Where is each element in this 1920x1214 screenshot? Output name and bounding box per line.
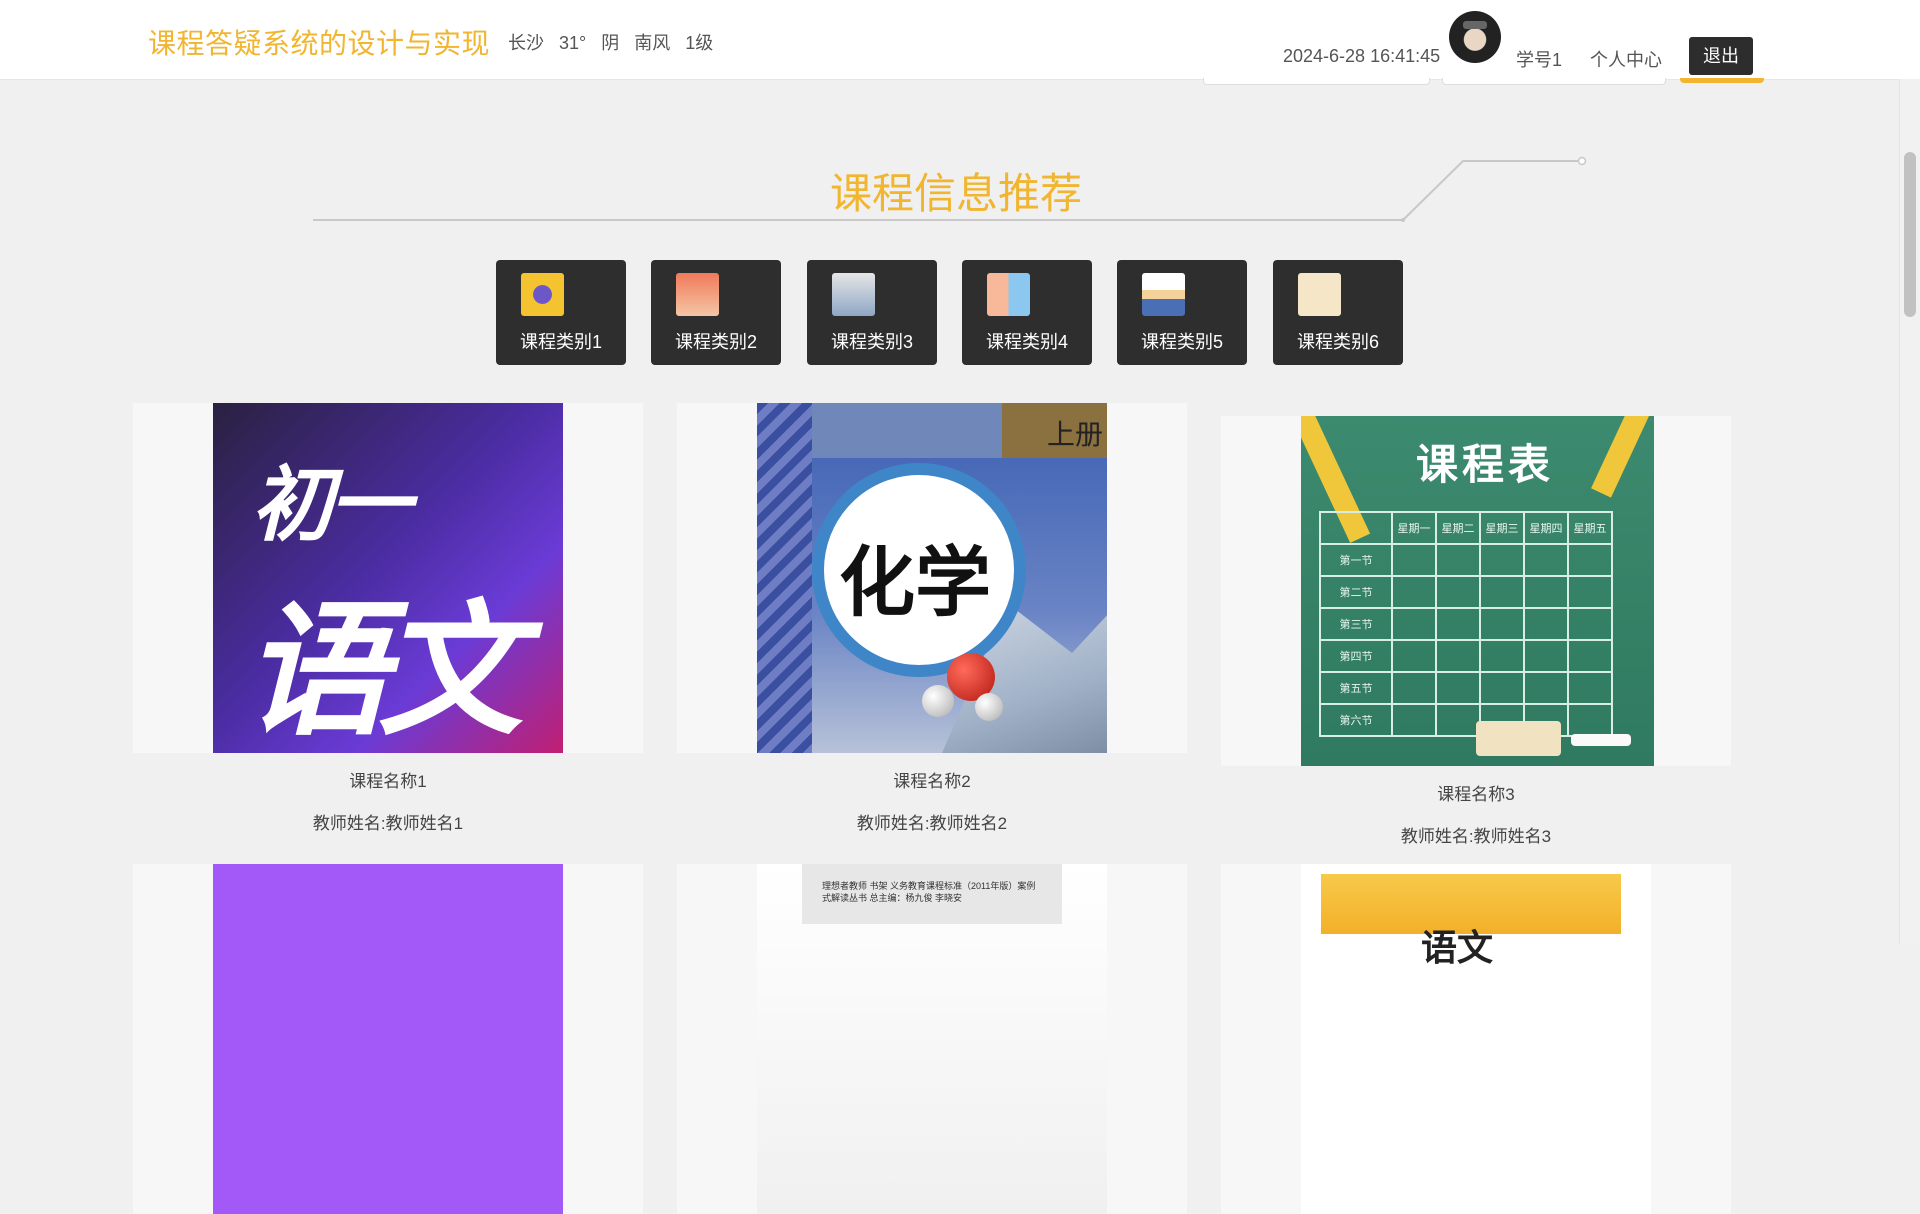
category-icon [676,273,719,316]
schedule-period: 第一节 [1319,543,1393,577]
category-icon [1142,273,1185,316]
course-cover: 课程表 星期一 星期二 星期三 星期四 星期五 第一节 第二节 第三节 第四节 … [1301,416,1654,766]
weather-city: 长沙 [508,33,544,53]
category-label: 课程类别1 [519,332,602,352]
course-card-4[interactable] [133,864,643,1214]
course-cover [213,864,563,1214]
eraser-decoration [1476,721,1561,756]
weather-condition: 阴 [601,33,620,53]
course-cover: 语文 [1301,864,1651,1214]
logout-button[interactable]: 退出 [1689,37,1753,75]
chalk-decoration [1571,734,1631,746]
course-card-1[interactable]: 初一 语文 课程名称1 教师姓名:教师姓名1 [133,403,643,834]
course-teacher: 教师姓名:教师姓名2 [856,814,1008,833]
category-label: 课程类别6 [1296,332,1379,352]
schedule-period: 第六节 [1319,703,1393,737]
course-card-3[interactable]: 课程表 星期一 星期二 星期三 星期四 星期五 第一节 第二节 第三节 第四节 … [1221,416,1731,847]
course-cover: 初一 语文 [213,403,563,753]
category-label: 课程类别2 [674,332,757,352]
page-scrollbar[interactable] [1899,79,1920,944]
category-label: 课程类别5 [1140,332,1223,352]
schedule-day: 星期五 [1567,511,1613,545]
cover-text: 语文 [243,590,523,752]
schedule-period: 第四节 [1319,639,1393,673]
course-image[interactable]: 课程表 星期一 星期二 星期三 星期四 星期五 第一节 第二节 第三节 第四节 … [1221,416,1731,766]
course-name[interactable]: 课程名称1 [133,767,643,792]
category-1[interactable]: 课程类别1 [496,260,626,365]
course-cover: 化学 上册 [757,403,1107,753]
category-5[interactable]: 课程类别5 [1117,260,1247,365]
category-label: 课程类别3 [830,332,913,352]
course-image[interactable]: 初一 语文 [133,403,643,753]
cover-text: 化学 [839,541,991,626]
cover-text: 理想者教师 书架 义务教育课程标准（2011年版）案例式解读丛书 总主编：杨九俊… [822,881,1036,903]
hidden-nav-item [1442,78,1666,85]
top-header: 课程答疑系统的设计与实现 长沙 31° 阴 南风 1级 2024-6-28 16… [0,0,1920,80]
site-title[interactable]: 课程答疑系统的设计与实现 [148,22,490,62]
hidden-nav-item [1203,78,1430,85]
course-teacher: 教师姓名:教师姓名1 [312,814,464,833]
cover-corner-text: 上册 [1046,419,1103,450]
schedule-period: 第三节 [1319,607,1393,641]
cover-stripes [757,403,812,753]
category-icon [1298,273,1341,316]
schedule-table: 星期一 星期二 星期三 星期四 星期五 第一节 第二节 第三节 第四节 第五节 … [1319,511,1613,737]
ruler-decoration [1591,416,1649,498]
course-teacher: 教师姓名:教师姓名3 [1400,827,1552,846]
course-name[interactable]: 课程名称2 [677,767,1187,792]
schedule-day: 星期一 [1391,511,1437,545]
category-2[interactable]: 课程类别2 [651,260,781,365]
molecule-atom [975,693,1003,721]
course-card-2[interactable]: 化学 上册 课程名称2 教师姓名:教师姓名2 [677,403,1187,834]
course-cover: 理想者教师 书架 义务教育课程标准（2011年版）案例式解读丛书 总主编：杨九俊… [757,864,1107,1214]
schedule-period: 第五节 [1319,671,1393,705]
schedule-day: 星期二 [1435,511,1481,545]
section-title: 课程信息推荐 [830,170,1083,217]
hidden-nav-active [1680,78,1764,83]
course-image[interactable]: 语文 [1221,864,1731,1214]
course-image[interactable] [133,864,643,1214]
schedule-day: 星期三 [1479,511,1525,545]
molecule-atom [922,685,954,717]
category-4[interactable]: 课程类别4 [962,260,1092,365]
category-icon [987,273,1030,316]
category-3[interactable]: 课程类别3 [807,260,937,365]
username-link[interactable]: 学号1 [1516,46,1562,72]
weather-level: 1级 [685,33,714,53]
course-card-6[interactable]: 语文 [1221,864,1731,1214]
course-card-5[interactable]: 理想者教师 书架 义务教育课程标准（2011年版）案例式解读丛书 总主编：杨九俊… [677,864,1187,1214]
category-icon [521,273,564,316]
cover-text: 初一 [251,460,411,551]
category-6[interactable]: 课程类别6 [1273,260,1403,365]
avatar[interactable] [1449,11,1501,63]
profile-link[interactable]: 个人中心 [1590,46,1662,72]
current-datetime: 2024-6-28 16:41:45 [1283,46,1441,66]
cover-text: 课程表 [1416,441,1555,488]
weather-wind: 南风 [634,33,671,53]
weather-widget: 长沙 31° 阴 南风 1级 [508,29,723,55]
cover-text: 语文 [1421,927,1494,968]
schedule-day: 星期四 [1523,511,1569,545]
weather-temp: 31° [559,33,587,53]
category-icon [832,273,875,316]
scrollbar-thumb[interactable] [1904,152,1916,317]
course-image[interactable]: 化学 上册 [677,403,1187,753]
course-image[interactable]: 理想者教师 书架 义务教育课程标准（2011年版）案例式解读丛书 总主编：杨九俊… [677,864,1187,1214]
schedule-period: 第二节 [1319,575,1393,609]
course-name[interactable]: 课程名称3 [1221,780,1731,805]
category-label: 课程类别4 [985,332,1068,352]
